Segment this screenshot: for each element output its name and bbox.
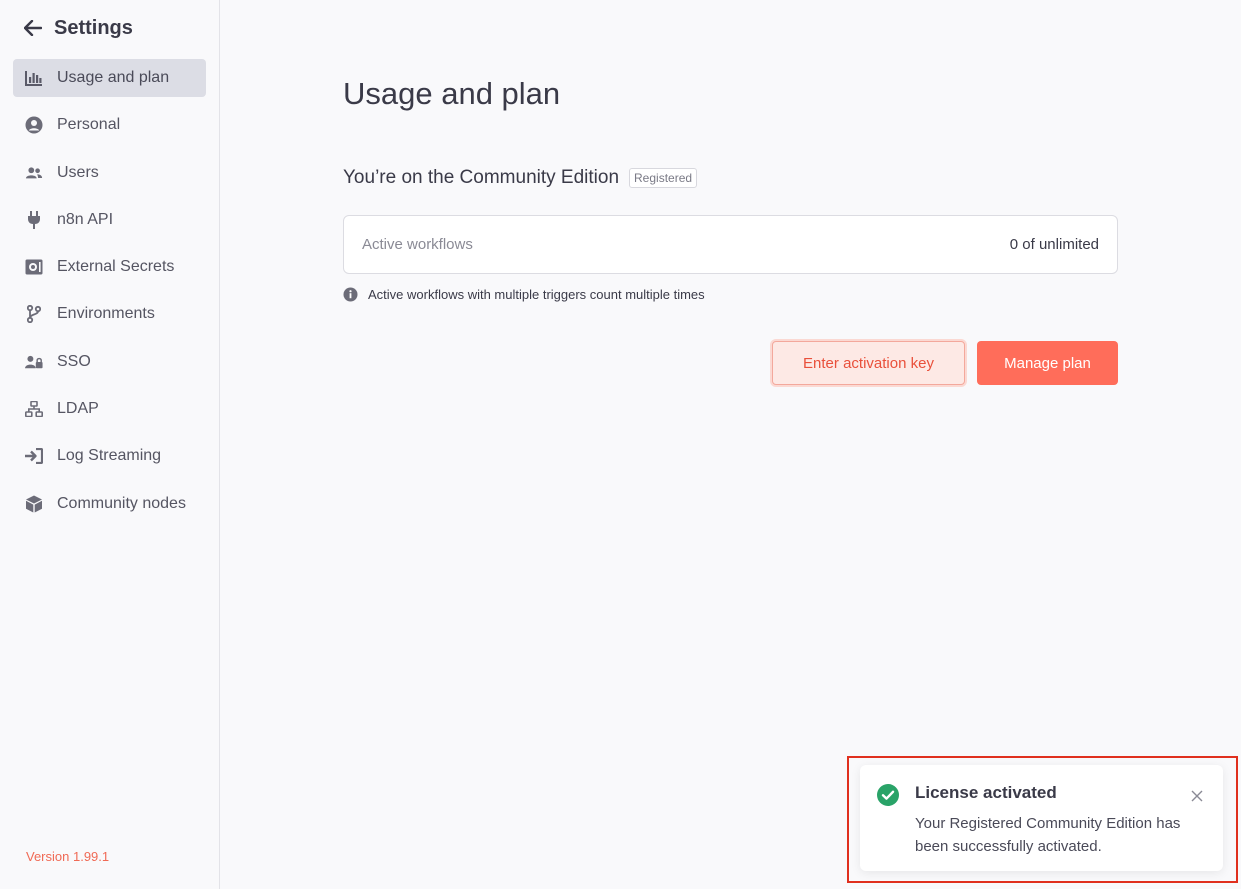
info-circle-icon	[343, 287, 358, 302]
sidebar-item-ldap[interactable]: LDAP	[13, 390, 206, 428]
sidebar-item-label: Environments	[57, 305, 155, 323]
toast-message: Your Registered Community Edition has be…	[915, 815, 1181, 855]
sidebar-item-label: Users	[57, 163, 99, 181]
settings-nav: Usage and plan Personal Users n8n API Ex…	[13, 59, 206, 532]
toast-title: License activated	[915, 783, 1057, 802]
active-workflows-label: Active workflows	[362, 236, 473, 253]
sidebar-item-n8n-api[interactable]: n8n API	[13, 201, 206, 239]
edition-text: You’re on the Community Edition	[343, 167, 620, 188]
sidebar-item-label: Personal	[57, 116, 121, 134]
sidebar-item-label: Community nodes	[57, 494, 186, 512]
enter-activation-key-button[interactable]: Enter activation key	[772, 341, 965, 385]
arrow-left-icon[interactable]	[24, 19, 42, 37]
active-workflows-card: Active workflows 0 of unlimited	[343, 215, 1118, 274]
active-workflows-value: 0 of unlimited	[1009, 236, 1099, 253]
manage-plan-button[interactable]: Manage plan	[977, 341, 1118, 385]
sidebar-item-usage-and-plan[interactable]: Usage and plan	[13, 59, 206, 97]
network-icon	[25, 400, 43, 418]
cube-icon	[25, 495, 43, 513]
edition-row: You’re on the Community Edition Register…	[343, 167, 698, 189]
check-circle-icon	[877, 784, 899, 806]
sidebar-item-label: Log Streaming	[57, 447, 162, 465]
sidebar-header: Settings	[24, 16, 133, 40]
sidebar-item-external-secrets[interactable]: External Secrets	[13, 248, 206, 286]
sidebar-title: Settings	[54, 16, 133, 39]
sign-in-icon	[25, 447, 43, 465]
sidebar-item-label: n8n API	[57, 210, 114, 228]
user-circle-icon	[25, 116, 43, 134]
users-icon	[25, 164, 43, 182]
user-lock-icon	[25, 353, 43, 371]
chart-bar-icon	[25, 69, 43, 87]
info-note: Active workflows with multiple triggers …	[343, 287, 705, 302]
plug-icon	[25, 210, 43, 229]
vault-icon	[25, 258, 43, 276]
registered-badge: Registered	[629, 168, 698, 188]
version-label: Version 1.99.1	[26, 849, 110, 864]
sidebar-item-label: LDAP	[57, 400, 99, 418]
sidebar-item-log-streaming[interactable]: Log Streaming	[13, 437, 206, 475]
sidebar-item-community-nodes[interactable]: Community nodes	[13, 485, 206, 523]
close-icon[interactable]	[1190, 789, 1204, 803]
settings-sidebar: Settings Usage and plan Personal Users n…	[0, 0, 220, 889]
info-text: Active workflows with multiple triggers …	[368, 287, 705, 302]
sidebar-item-personal[interactable]: Personal	[13, 106, 206, 144]
sidebar-item-label: Usage and plan	[57, 69, 170, 86]
license-activated-toast: License activated Your Registered Commun…	[860, 765, 1223, 871]
sidebar-item-sso[interactable]: SSO	[13, 343, 206, 381]
code-branch-icon	[25, 305, 43, 324]
sidebar-item-environments[interactable]: Environments	[13, 295, 206, 333]
sidebar-item-label: External Secrets	[57, 258, 175, 276]
page-title: Usage and plan	[343, 76, 561, 111]
sidebar-item-label: SSO	[57, 352, 91, 370]
sidebar-item-users[interactable]: Users	[13, 154, 206, 192]
